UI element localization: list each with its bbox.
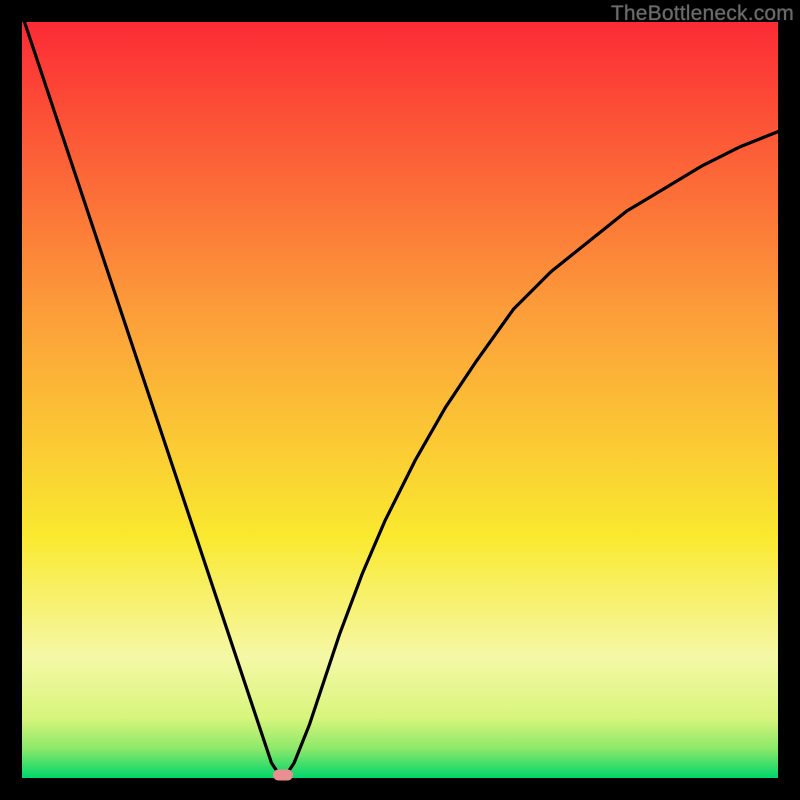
chart-frame (22, 22, 778, 778)
watermark-text: TheBottleneck.com (611, 2, 794, 26)
optimal-marker (273, 770, 293, 781)
bottleneck-curve (22, 22, 778, 778)
